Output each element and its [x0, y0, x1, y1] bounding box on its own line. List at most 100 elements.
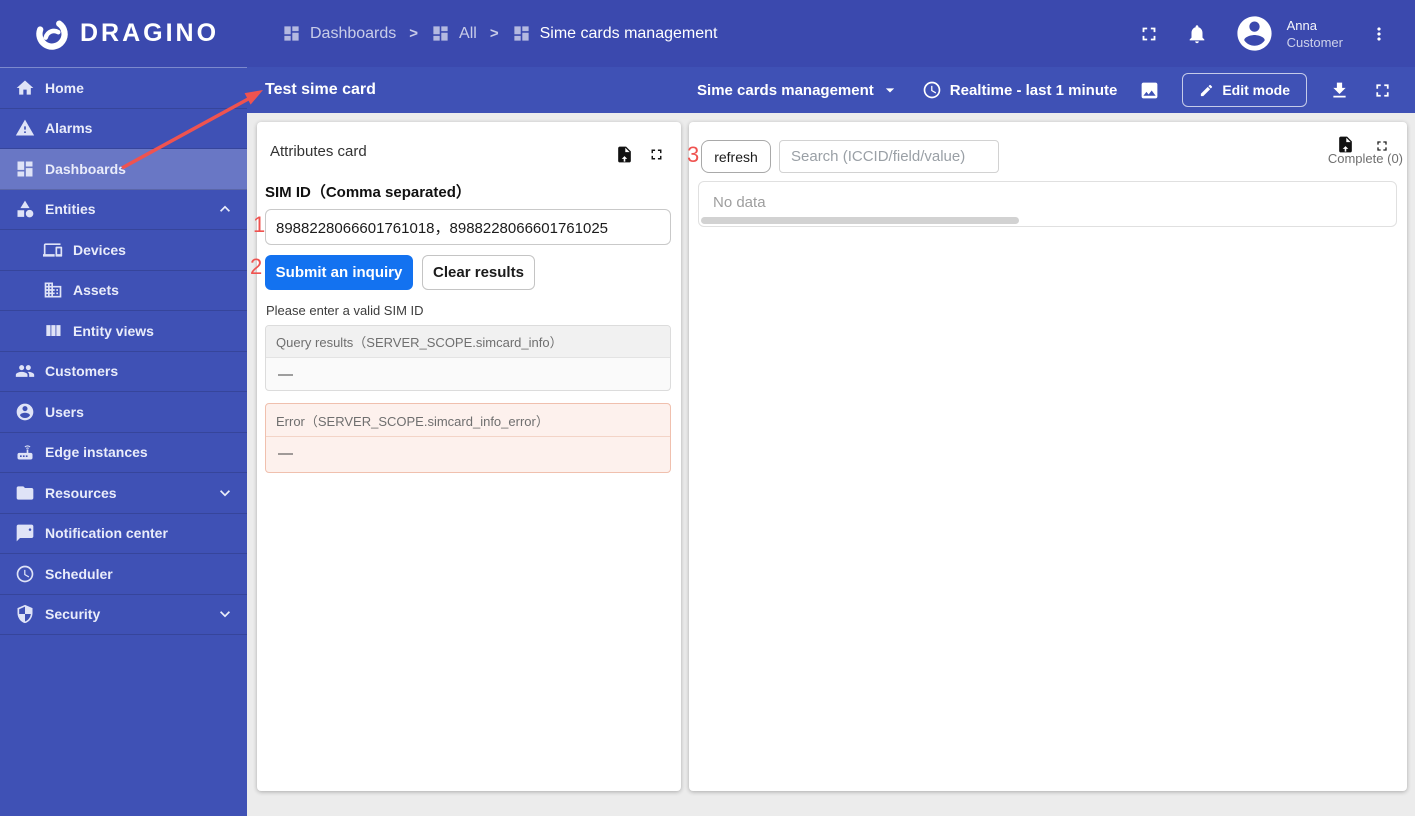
- breadcrumb-dashboards[interactable]: Dashboards: [282, 24, 396, 43]
- annotation-step-2: 2: [250, 254, 263, 279]
- notifications-bell-button[interactable]: [1186, 23, 1208, 45]
- sidebar-item-entities[interactable]: Entities: [0, 190, 247, 230]
- sidebar-item-scheduler[interactable]: Scheduler: [0, 554, 247, 595]
- edit-mode-label: Edit mode: [1222, 82, 1290, 98]
- dragino-swirl-icon: [36, 17, 68, 50]
- sim-id-label: SIM ID（Comma separated）: [265, 184, 471, 201]
- brand-name: DRAGINO: [80, 19, 220, 47]
- user-menu[interactable]: Anna Customer: [1234, 13, 1343, 54]
- table-empty-state: No data: [698, 181, 1397, 227]
- breadcrumb-label: All: [459, 24, 477, 42]
- sidebar-item-label: Entity views: [73, 322, 154, 339]
- sidebar-item-customers[interactable]: Customers: [0, 352, 247, 392]
- fullscreen-icon: [1377, 141, 1387, 151]
- sim-id-input[interactable]: [265, 209, 671, 245]
- bell-icon: [1189, 24, 1204, 43]
- download-icon: [1333, 82, 1346, 97]
- sidebar-item-alarms[interactable]: Alarms: [0, 109, 247, 149]
- users-icon: [16, 403, 34, 421]
- resources-icon: [16, 486, 34, 500]
- submit-inquiry-button[interactable]: Submit an inquiry: [265, 255, 413, 290]
- assets-icon: [44, 282, 62, 298]
- user-name-block: Anna Customer: [1287, 17, 1343, 51]
- sidebar-item-entity-views[interactable]: Entity views: [0, 311, 247, 352]
- annotation-step-1: 1: [253, 212, 266, 237]
- fullscreen-icon: [1376, 83, 1389, 97]
- results-table-card: refresh Complete (0) No data: [689, 122, 1407, 791]
- breadcrumb-label: Sime cards management: [539, 24, 718, 42]
- dashboard-fullscreen-button[interactable]: [1372, 80, 1393, 101]
- sidebar-item-notification-center[interactable]: Notification center: [0, 514, 247, 554]
- sidebar-item-users[interactable]: Users: [0, 392, 247, 433]
- sidebar-item-label: Users: [45, 403, 84, 420]
- fullscreen-icon: [1142, 27, 1156, 40]
- sidebar-item-label: Home: [45, 79, 84, 96]
- export-widget-data-button[interactable]: [1336, 135, 1355, 157]
- sidebar-item-label: Assets: [73, 282, 119, 299]
- dashboard-icon: [17, 161, 33, 177]
- no-data-label: No data: [713, 194, 766, 211]
- sidebar-item-security[interactable]: Security: [0, 595, 247, 635]
- sidebar-item-label: Alarms: [45, 120, 93, 137]
- dashboard-state-select[interactable]: Sime cards management: [697, 80, 900, 100]
- dashboard-toolbar: Test sime card Sime cards management Rea…: [247, 67, 1415, 113]
- breadcrumb-sime-cards-management[interactable]: Sime cards management: [512, 24, 718, 43]
- more-menu-button[interactable]: [1369, 24, 1389, 44]
- error-value: —: [278, 445, 293, 462]
- sim-id-hint: Please enter a valid SIM ID: [266, 303, 424, 318]
- page-title: Test sime card: [265, 81, 376, 98]
- user-role: Customer: [1286, 34, 1343, 50]
- user-name: Anna: [1286, 17, 1318, 33]
- export-widget-data-button[interactable]: [615, 145, 634, 167]
- avatar-icon: [1237, 16, 1272, 51]
- breadcrumb: Dashboards > All > Sime cards management: [282, 24, 717, 43]
- home-icon: [16, 80, 34, 95]
- screenshot-icon: [1141, 82, 1158, 98]
- widget-fullscreen-button[interactable]: [648, 146, 665, 166]
- timewindow-label: Realtime - last 1 minute: [949, 81, 1118, 99]
- dashboard-content: Attributes card SIM ID（Comma separated） …: [247, 113, 1415, 816]
- edge-instances-icon: [17, 445, 33, 460]
- sidebar-item-label: Devices: [73, 241, 126, 258]
- scheduler-icon: [16, 565, 34, 583]
- chevron-down-icon: [220, 611, 230, 618]
- sidebar-item-home[interactable]: Home: [0, 68, 247, 109]
- sidebar-item-edge-instances[interactable]: Edge instances: [0, 433, 247, 473]
- horizontal-scrollbar[interactable]: [701, 217, 1019, 224]
- caret-down-icon: [885, 88, 894, 93]
- edit-mode-button[interactable]: Edit mode: [1182, 73, 1307, 107]
- error-header: Error（SERVER_SCOPE.simcard_info_error）: [266, 404, 670, 437]
- sidebar-item-dashboards[interactable]: Dashboards: [0, 149, 247, 190]
- breadcrumb-all[interactable]: All: [431, 24, 477, 43]
- dashboard-icon: [513, 26, 529, 41]
- sidebar-item-label: Entities: [45, 201, 96, 218]
- timewindow-button[interactable]: Realtime - last 1 minute: [922, 80, 1118, 100]
- screenshot-button[interactable]: [1139, 80, 1160, 101]
- alarms-icon: [15, 119, 35, 136]
- breadcrumb-separator: >: [409, 25, 419, 42]
- clear-results-button[interactable]: Clear results: [422, 255, 535, 290]
- search-input[interactable]: [779, 140, 999, 173]
- sidebar: Home Alarms Dashboards Entities Devices …: [0, 67, 247, 816]
- sidebar-item-label: Notification center: [45, 525, 168, 542]
- header-actions: Anna Customer: [1138, 13, 1415, 54]
- sidebar-item-resources[interactable]: Resources: [0, 473, 247, 514]
- sidebar-item-label: Security: [45, 606, 101, 623]
- attributes-card: Attributes card SIM ID（Comma separated） …: [257, 122, 681, 791]
- sidebar-item-label: Edge instances: [45, 444, 148, 461]
- notification-center-icon: [16, 524, 34, 542]
- fullscreen-button[interactable]: [1138, 23, 1160, 45]
- sidebar-item-devices[interactable]: Devices: [0, 230, 247, 271]
- pencil-icon: [1201, 84, 1213, 96]
- clock-icon: [923, 81, 941, 99]
- breadcrumb-label: Dashboards: [310, 24, 397, 42]
- brand-logo[interactable]: DRAGINO: [0, 16, 247, 52]
- security-icon: [17, 605, 33, 624]
- sidebar-item-label: Scheduler: [45, 565, 113, 582]
- sidebar-item-assets[interactable]: Assets: [0, 271, 247, 311]
- refresh-button[interactable]: refresh: [701, 140, 771, 173]
- widget-fullscreen-button[interactable]: [1374, 138, 1390, 157]
- export-file-icon: [1339, 136, 1352, 153]
- devices-icon: [43, 243, 63, 257]
- download-dashboard-button[interactable]: [1329, 80, 1350, 101]
